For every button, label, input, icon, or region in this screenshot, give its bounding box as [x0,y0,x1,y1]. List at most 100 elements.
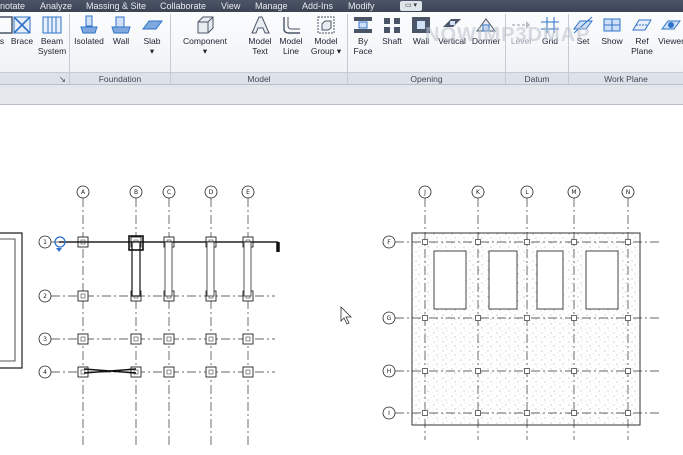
column-marker[interactable] [133,336,139,342]
slab-opening[interactable] [488,250,518,310]
menu-manage[interactable]: Manage [255,0,288,12]
contextual-tab-dropdown[interactable]: ▭ ▾ [400,1,422,11]
menu-view[interactable]: View [221,0,240,12]
opening-panel-title: Opening [348,72,505,84]
column-marker[interactable] [625,315,631,321]
watermark: NOWIMP3DMAP [425,24,591,46]
plan_left-grid-label-2: 2 [43,293,47,300]
shaft-icon [384,18,400,33]
slab-opening[interactable] [433,250,467,310]
column-marker[interactable] [625,239,631,245]
column-marker[interactable] [422,315,428,321]
menu-add-ins[interactable]: Add-Ins [302,0,333,12]
model-text-icon [251,16,270,34]
column-marker[interactable] [625,368,631,374]
wall-foundation-icon [111,16,131,34]
plan_left-grid-label-C: C [167,189,171,196]
isolated-foundation-icon [80,15,98,34]
mouse-cursor-icon [340,306,352,325]
foundation-panel-title: Foundation [70,72,170,84]
drawing-canvas[interactable]: ABCDE1234 JKLMNFGHI [0,105,683,450]
column-marker[interactable] [245,369,251,375]
menu-analyze[interactable]: Analyze [40,0,72,12]
column-marker[interactable] [524,410,530,416]
slab-foundation-icon [142,20,163,30]
column-marker[interactable] [245,336,251,342]
column-marker[interactable] [524,368,530,374]
show-work-plane-button[interactable]: Show [598,15,626,46]
model-text-button[interactable]: Model Text [246,15,274,56]
wall-footing[interactable] [164,241,173,297]
wall-outline-inner[interactable] [0,238,16,362]
column-marker[interactable] [208,369,214,375]
plan_right-grid-label-M: M [571,189,576,196]
column-marker[interactable] [80,336,86,342]
show-icon [603,18,621,32]
menu-massing-site[interactable]: Massing & Site [86,0,146,12]
structure-panel-launcher[interactable]: ↘ [0,72,69,84]
menu-collaborate[interactable]: Collaborate [160,0,206,12]
plan_left-grid-label-E: E [246,189,250,196]
column-marker[interactable] [475,410,481,416]
plan_left-grid-label-4: 4 [43,369,47,376]
structure-button[interactable]: s [0,15,13,46]
plan_left-grid-label-3: 3 [43,336,47,343]
menu-bar: notate Analyze Massing & Site Collaborat… [0,0,683,12]
plan_left-grid-label-D: D [209,189,214,196]
column-marker[interactable] [571,410,577,416]
beam-system-button[interactable]: Beam System [36,15,68,56]
menu-annotate[interactable]: notate [0,0,25,12]
wall-footing[interactable] [243,241,252,297]
plan_right-grid-label-G: G [387,315,392,322]
column-marker[interactable] [422,410,428,416]
column-marker[interactable] [475,315,481,321]
column-marker[interactable] [422,368,428,374]
column-marker[interactable] [571,368,577,374]
plan_right-grid-label-F: F [387,239,391,246]
isolated-foundation-button[interactable]: Isolated [72,15,106,46]
model-line-button[interactable]: Model Line [277,15,305,56]
brace-button[interactable]: Brace [10,15,34,46]
column-marker[interactable] [422,239,428,245]
column-marker[interactable] [80,293,86,299]
left-foundation-plan: A B C D E1234 [38,185,280,445]
plan_left-grid-label-1: 1 [43,239,47,246]
column-marker[interactable] [571,239,577,245]
column-marker[interactable] [571,315,577,321]
component-icon [197,16,214,34]
floor-plan-view[interactable]: A B C D E1234 J K L M NFGHI [0,105,683,450]
wall-footing[interactable] [206,241,215,297]
ref-plane-button[interactable]: Ref Plane [628,15,656,56]
column-marker[interactable] [524,239,530,245]
plan_right-grid-label-H: H [387,368,392,375]
beam-system-icon [42,16,62,34]
rotate-arrow-icon [56,248,62,252]
column-marker[interactable] [166,336,172,342]
model-group-icon [317,16,335,34]
viewer-icon [661,20,681,30]
ref-plane-icon [632,19,652,31]
column-marker[interactable] [208,336,214,342]
column-marker[interactable] [166,369,172,375]
column-marker[interactable] [475,368,481,374]
viewer-button[interactable]: Viewer [656,15,683,46]
plan_right-grid-label-I: I [388,410,390,417]
wall-outline[interactable] [0,232,23,369]
datum-panel-title: Datum [506,72,568,84]
slab-opening[interactable] [585,250,619,310]
shaft-opening-button[interactable]: Shaft [378,15,406,46]
column-marker[interactable] [475,239,481,245]
right-foundation-plan: J K L M NFGHI [382,185,660,440]
menu-modify[interactable]: Modify [348,0,375,12]
options-bar [0,85,683,105]
column-marker[interactable] [625,410,631,416]
column-marker[interactable] [524,315,530,321]
wall-foundation-button[interactable]: Wall [108,15,134,46]
slab-foundation-button[interactable]: Slab ▾ [137,15,167,56]
work-plane-panel-title: Work Plane [569,72,683,84]
model-group-button[interactable]: Model Group ▾ [308,15,344,56]
by-face-icon [354,17,372,33]
slab-opening[interactable] [536,250,564,310]
component-button[interactable]: Component ▾ [176,15,234,56]
opening-by-face-button[interactable]: By Face [350,15,376,56]
